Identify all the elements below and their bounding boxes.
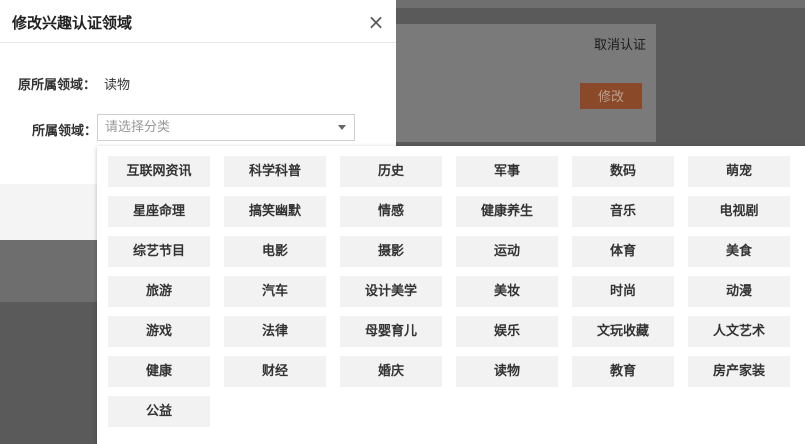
category-option[interactable]: 综艺节目 xyxy=(108,236,210,267)
category-option[interactable]: 情感 xyxy=(340,196,442,227)
category-option[interactable]: 萌宠 xyxy=(688,156,790,187)
chevron-down-icon[interactable] xyxy=(338,125,346,130)
category-option[interactable]: 电视剧 xyxy=(688,196,790,227)
category-option[interactable]: 动漫 xyxy=(688,276,790,307)
category-option[interactable]: 公益 xyxy=(108,396,210,427)
category-option[interactable]: 法律 xyxy=(224,316,326,347)
category-option[interactable]: 音乐 xyxy=(572,196,674,227)
close-icon[interactable]: × xyxy=(366,12,386,32)
category-option[interactable]: 游戏 xyxy=(108,316,210,347)
dialog-divider xyxy=(0,42,396,43)
background-strip xyxy=(396,0,805,8)
category-option[interactable]: 旅游 xyxy=(108,276,210,307)
background-band xyxy=(0,240,100,302)
category-option[interactable]: 财经 xyxy=(224,356,326,387)
category-option[interactable]: 美食 xyxy=(688,236,790,267)
category-option[interactable]: 互联网资讯 xyxy=(108,156,210,187)
domain-field-label: 所属领域： xyxy=(32,124,98,139)
category-option[interactable]: 人文艺术 xyxy=(688,316,790,347)
dialog-title: 修改兴趣认证领域 xyxy=(12,14,133,32)
category-option[interactable]: 健康 xyxy=(108,356,210,387)
modify-button[interactable]: 修改 xyxy=(580,83,642,109)
category-dropdown: 互联网资讯 科学科普 历史 军事 数码 萌宠星座命理 搞笑幽默 情感 健康养生 音乐 电视剧综艺节目… xyxy=(97,146,805,444)
category-option[interactable]: 汽车 xyxy=(224,276,326,307)
domain-select[interactable]: 请选择分类 xyxy=(97,114,355,141)
category-option[interactable]: 数码 xyxy=(572,156,674,187)
category-option[interactable]: 科学科普 xyxy=(224,156,326,187)
category-option[interactable]: 母婴育儿 xyxy=(340,316,442,347)
category-option[interactable]: 娱乐 xyxy=(456,316,558,347)
category-option[interactable]: 读物 xyxy=(456,356,558,387)
category-option[interactable]: 教育 xyxy=(572,356,674,387)
category-option[interactable]: 历史 xyxy=(340,156,442,187)
category-option[interactable]: 电影 xyxy=(224,236,326,267)
category-option[interactable]: 搞笑幽默 xyxy=(224,196,326,227)
category-option[interactable]: 摄影 xyxy=(340,236,442,267)
original-domain-label: 原所属领域： xyxy=(18,78,97,93)
category-option[interactable]: 婚庆 xyxy=(340,356,442,387)
category-option[interactable]: 美妆 xyxy=(456,276,558,307)
category-option[interactable]: 文玩收藏 xyxy=(572,316,674,347)
category-option[interactable]: 星座命理 xyxy=(108,196,210,227)
category-option[interactable]: 房产家装 xyxy=(688,356,790,387)
category-option[interactable]: 时尚 xyxy=(572,276,674,307)
category-option[interactable]: 运动 xyxy=(456,236,558,267)
original-domain-value: 读物 xyxy=(104,78,131,93)
category-option[interactable]: 设计美学 xyxy=(340,276,442,307)
category-option[interactable]: 健康养生 xyxy=(456,196,558,227)
category-option[interactable]: 军事 xyxy=(456,156,558,187)
cancel-certification-link[interactable]: 取消认证 xyxy=(594,34,646,53)
category-option[interactable]: 体育 xyxy=(572,236,674,267)
